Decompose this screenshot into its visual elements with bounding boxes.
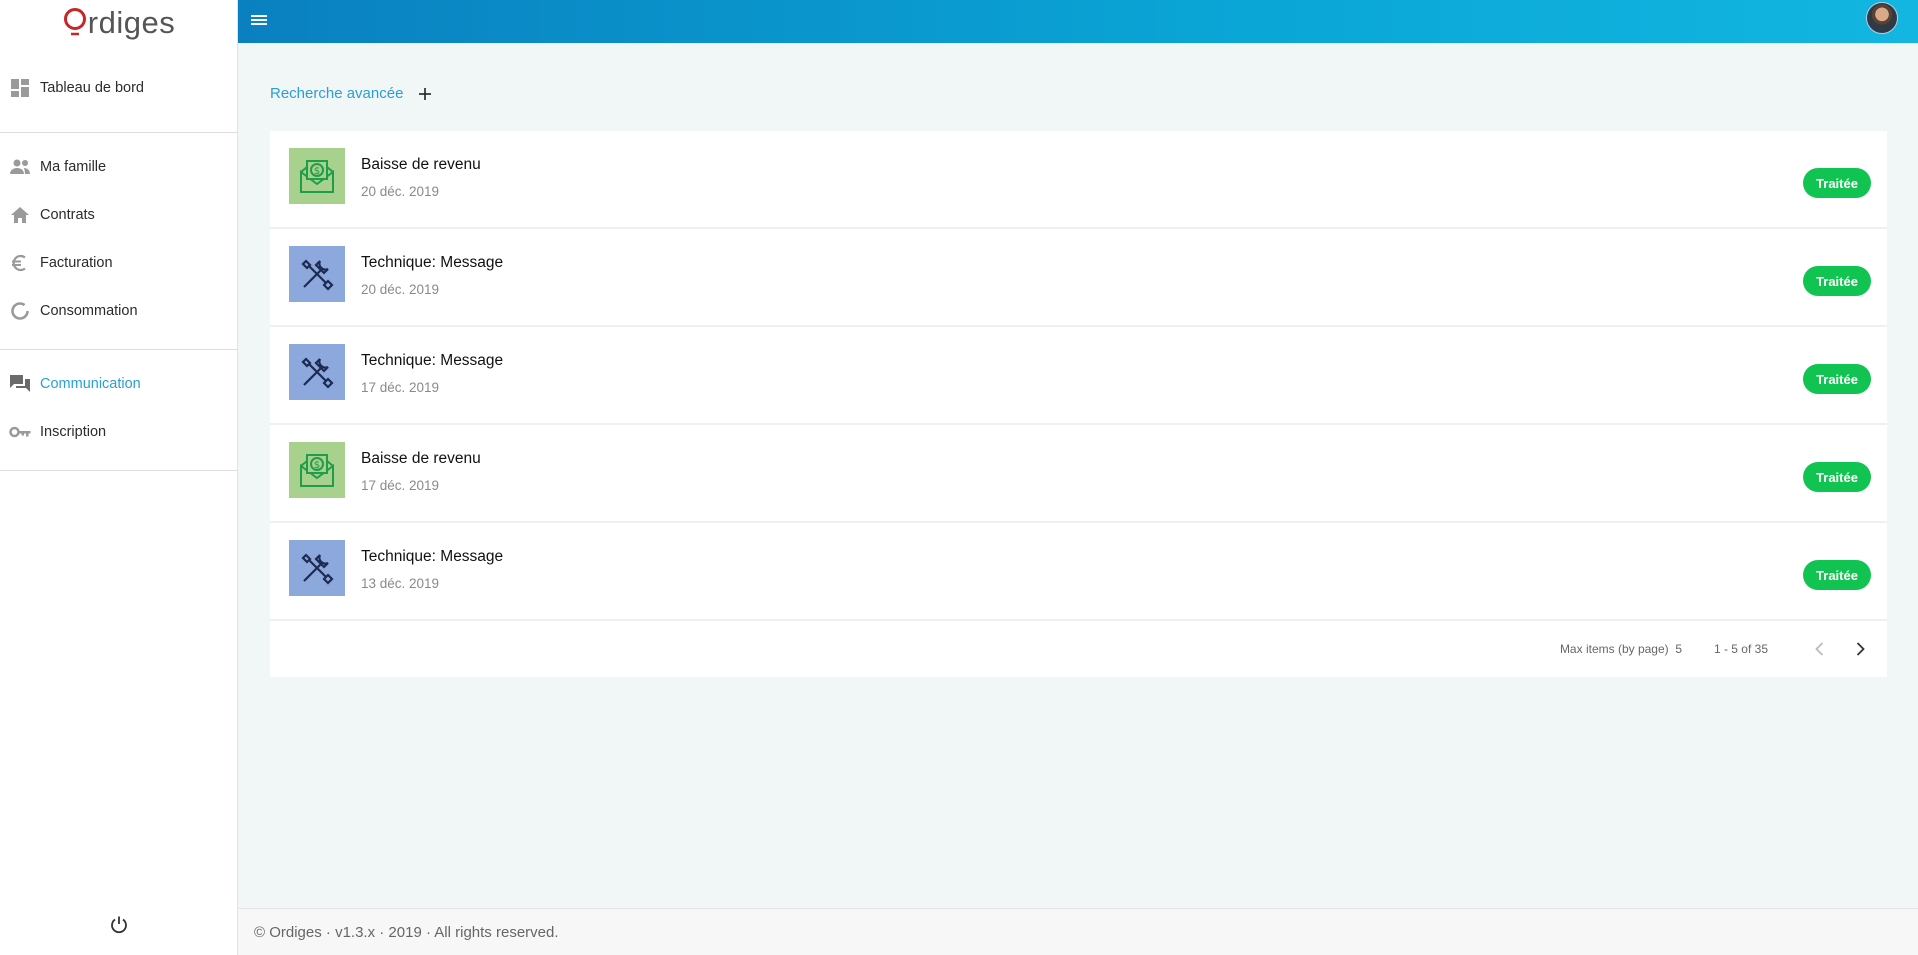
pagination: Max items (by page) 5 1 - 5 of 35 [270, 621, 1887, 677]
footer: © Ordiges · v1.3.x · 2019 · All rights r… [238, 908, 1918, 955]
sidebar-item-label: Inscription [40, 424, 107, 440]
max-items-selector[interactable]: Max items (by page) 5 [1560, 642, 1682, 656]
sidebar: rdiges Tableau de bord Ma famille Contra… [0, 0, 238, 955]
list-item[interactable]: Technique: Message 20 déc. 2019 Traitée [270, 229, 1887, 327]
request-date: 20 déc. 2019 [361, 184, 440, 199]
hamburger-icon [251, 15, 267, 25]
status-badge: Traitée [1803, 560, 1871, 590]
advanced-search-label: Recherche avancée [270, 85, 404, 102]
nav-group-account: Ma famille Contrats Facturation Consomma… [0, 133, 237, 350]
sidebar-item-facturation[interactable]: Facturation [0, 239, 237, 287]
request-date: 17 déc. 2019 [361, 478, 440, 493]
status-badge: Traitée [1803, 462, 1871, 492]
menu-toggle-button[interactable] [248, 9, 270, 31]
people-icon [9, 156, 31, 178]
request-date: 13 déc. 2019 [361, 576, 440, 591]
dashboard-icon [9, 77, 31, 99]
svg-text:$: $ [314, 166, 320, 177]
sidebar-item-label: Facturation [40, 255, 113, 271]
page-range: 1 - 5 of 35 [1713, 642, 1768, 656]
max-items-label: Max items (by page) [1559, 642, 1669, 656]
main-content: Recherche avancée $ Baisse de revenu 20 … [238, 43, 1918, 908]
request-text: Baisse de revenu 20 déc. 2019 [361, 156, 481, 199]
status-badge: Traitée [1803, 168, 1871, 198]
requests-list: $ Baisse de revenu 20 déc. 2019 Traitée … [270, 131, 1887, 677]
chevron-right-icon [1856, 642, 1865, 656]
sidebar-item-tableau-de-bord[interactable]: Tableau de bord [0, 64, 237, 112]
max-items-value: 5 [1675, 642, 1682, 656]
list-item[interactable]: Technique: Message 17 déc. 2019 Traitée [270, 327, 1887, 425]
request-date: 20 déc. 2019 [361, 282, 440, 297]
sidebar-item-label: Contrats [40, 207, 95, 223]
sidebar-item-consommation[interactable]: Consommation [0, 287, 237, 335]
top-bar [238, 0, 1918, 43]
request-title: Technique: Message [361, 548, 504, 565]
sidebar-item-label: Consommation [40, 303, 138, 319]
next-page-button[interactable] [1849, 638, 1871, 660]
advanced-search-toggle[interactable]: Recherche avancée [270, 85, 433, 102]
sidebar-item-inscription[interactable]: Inscription [0, 408, 237, 456]
sidebar-item-label: Ma famille [40, 159, 107, 175]
tools-icon [289, 540, 345, 596]
request-text: Technique: Message 13 déc. 2019 [361, 548, 503, 591]
chat-icon [9, 373, 31, 395]
sidebar-item-ma-famille[interactable]: Ma famille [0, 143, 237, 191]
request-text: Technique: Message 20 déc. 2019 [361, 254, 503, 297]
home-icon [9, 204, 31, 226]
request-title: Baisse de revenu [361, 156, 481, 173]
app-logo[interactable]: rdiges [0, 0, 237, 46]
svg-text:$: $ [314, 460, 320, 471]
plus-icon [419, 87, 432, 100]
money-envelope-icon: $ [289, 442, 345, 498]
chevron-left-icon [1815, 642, 1824, 656]
sidebar-item-contrats[interactable]: Contrats [0, 191, 237, 239]
request-text: Technique: Message 17 déc. 2019 [361, 352, 503, 395]
request-date: 17 déc. 2019 [361, 380, 440, 395]
donut-icon [9, 300, 31, 322]
request-title: Baisse de revenu [361, 450, 481, 467]
sidebar-item-communication[interactable]: Communication [0, 360, 237, 408]
tools-icon [289, 344, 345, 400]
sidebar-item-label: Tableau de bord [40, 80, 144, 96]
logo-text: rdiges [87, 5, 176, 40]
request-title: Technique: Message [361, 352, 504, 369]
nav-group-misc: Communication Inscription [0, 350, 237, 471]
footer-text: © Ordiges · v1.3.x · 2019 · All rights r… [254, 923, 559, 941]
request-title: Technique: Message [361, 254, 504, 271]
money-envelope-icon: $ [289, 148, 345, 204]
key-icon [9, 421, 31, 443]
request-text: Baisse de revenu 17 déc. 2019 [361, 450, 481, 493]
sidebar-item-label: Communication [40, 376, 141, 392]
euro-icon [9, 252, 31, 274]
previous-page-button[interactable] [1809, 638, 1831, 660]
nav-group-main: Tableau de bord [0, 46, 237, 133]
power-icon [111, 916, 127, 934]
tools-icon [289, 246, 345, 302]
logo-bulb-icon [62, 7, 88, 39]
status-badge: Traitée [1803, 266, 1871, 296]
list-item[interactable]: $ Baisse de revenu 20 déc. 2019 Traitée [270, 131, 1887, 229]
list-item[interactable]: $ Baisse de revenu 17 déc. 2019 Traitée [270, 425, 1887, 523]
status-badge: Traitée [1803, 364, 1871, 394]
user-avatar[interactable] [1866, 2, 1898, 34]
logout-button[interactable] [0, 915, 238, 935]
list-item[interactable]: Technique: Message 13 déc. 2019 Traitée [270, 523, 1887, 621]
